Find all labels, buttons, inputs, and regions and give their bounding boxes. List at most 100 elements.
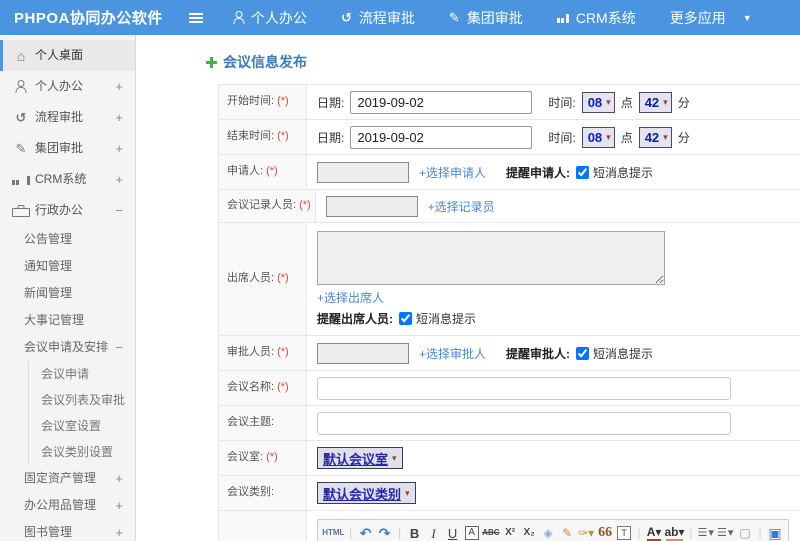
expand-toggle-icon[interactable]: − — [115, 203, 123, 218]
italic-icon[interactable]: I — [427, 524, 441, 541]
fullscreen-icon[interactable]: ▣ — [768, 524, 782, 541]
bold-icon[interactable]: B — [408, 524, 422, 541]
end-minute-select[interactable]: 42 — [638, 126, 672, 148]
sidebar-item-label: 大事记管理 — [24, 313, 85, 328]
sidebar-item-icon — [12, 175, 30, 185]
end-hour-select[interactable]: 08 — [581, 126, 615, 148]
expand-toggle-icon[interactable]: + — [115, 172, 123, 187]
nav-item-icon — [449, 11, 460, 24]
choose-approver-link[interactable]: +选择审批人 — [419, 345, 486, 362]
nav-item-label: 个人办公 — [251, 9, 307, 26]
start-date-input[interactable] — [350, 90, 533, 114]
sidebar-item-personal-office[interactable]: 个人办公 + — [0, 71, 135, 102]
sidebar-item-meeting-room-settings[interactable]: 会议室设置 — [28, 413, 135, 439]
remind-approver-label: 提醒审批人: — [506, 346, 571, 361]
start-hour-select[interactable]: 08 — [581, 91, 615, 113]
sms-notify-label: 短消息提示 — [416, 312, 477, 326]
sidebar-item-meeting-apply-arrange[interactable]: 会议申请及安排 − — [0, 334, 135, 361]
expand-toggle-icon[interactable]: + — [115, 525, 123, 540]
blockquote-icon[interactable]: 66 — [598, 524, 612, 541]
sidebar-item-label: 图书管理 — [24, 525, 73, 540]
start-minute-select[interactable]: 42 — [638, 91, 672, 113]
choose-applicant-link[interactable]: +选择申请人 — [419, 164, 486, 181]
expand-toggle-icon[interactable]: + — [115, 110, 123, 125]
sidebar-item-group-approval[interactable]: 集团审批 + — [0, 133, 135, 164]
remind-applicant-label: 提醒申请人: — [506, 165, 571, 180]
subscript-icon[interactable]: X₂ — [522, 524, 536, 541]
sidebar-item-label: 个人办公 — [35, 79, 84, 94]
sidebar-item-office-supplies-mgmt[interactable]: 办公用品管理 + — [0, 492, 135, 519]
hamburger-icon — [189, 12, 203, 23]
sidebar-menu: 个人桌面 个人办公 + 流程审批 + 集团审批 — [0, 35, 136, 541]
sidebar-item-news-mgmt[interactable]: 新闻管理 — [0, 280, 135, 307]
strikethrough-icon[interactable]: ABC — [482, 524, 499, 541]
nav-more-apps[interactable]: 更多应用 — [653, 0, 769, 35]
meeting-room-select[interactable]: 默认会议室 — [317, 447, 403, 469]
bullet-list-icon[interactable]: ☰▾ — [717, 524, 733, 541]
expand-toggle-icon[interactable]: + — [115, 141, 123, 156]
minute-unit-label: 分 — [677, 95, 690, 110]
clean-format-icon[interactable]: ✎ — [560, 524, 574, 541]
expand-toggle-icon[interactable]: + — [115, 471, 123, 486]
sidebar-item-label: 会议申请 — [41, 366, 90, 381]
sidebar-item-personal-desktop[interactable]: 个人桌面 — [0, 40, 135, 71]
new-page-icon[interactable]: ▢ — [738, 524, 752, 541]
applicant-label: 申请人: — [227, 165, 264, 178]
eraser-icon[interactable]: ◈ — [541, 524, 555, 541]
meeting-category-select[interactable]: 默认会议类别 — [317, 482, 416, 504]
sidebar-item-admin-office[interactable]: 行政办公 − — [0, 195, 135, 226]
sidebar-item-crm-system[interactable]: CRM系统 + — [0, 164, 135, 195]
chevron-down-icon — [743, 13, 752, 23]
applicant-sms-checkbox[interactable] — [576, 165, 590, 179]
font-color-icon[interactable]: A▾ — [647, 524, 661, 541]
approver-input[interactable] — [317, 342, 409, 364]
main-content: 会议信息发布 开始时间: (*) 日期: 时间: 08 — [136, 35, 800, 541]
sidebar-item-announcement-mgmt[interactable]: 公告管理 — [0, 226, 135, 253]
choose-attendees-link[interactable]: +选择出席人 — [317, 289, 384, 306]
form-row-end-time: 结束时间: (*) 日期: 时间: 08 点 42 — [219, 120, 800, 155]
sidebar-item-icon — [12, 110, 30, 126]
select-caret-icon — [405, 488, 410, 499]
approver-sms-checkbox[interactable] — [576, 346, 590, 360]
choose-recorder-link[interactable]: +选择记录员 — [428, 198, 495, 215]
form-row-editor: HTML | ↶ ↷ | B I U A ABC X² X₂ ◈ ✎ ✑▾ 66… — [219, 511, 800, 541]
sidebar-item-meeting-category-settings[interactable]: 会议类别设置 — [28, 439, 135, 465]
meeting-subject-input[interactable] — [317, 411, 731, 435]
sidebar-item-memorabilia-mgmt[interactable]: 大事记管理 — [0, 307, 135, 334]
undo-icon[interactable]: ↶ — [359, 524, 373, 541]
recorder-input[interactable] — [325, 195, 418, 217]
nav-process-approval[interactable]: 流程审批 — [324, 0, 432, 35]
meeting-name-input[interactable] — [317, 376, 731, 400]
format-painter-icon[interactable]: ✑▾ — [578, 524, 594, 541]
hamburger-menu-button[interactable] — [176, 12, 216, 23]
font-style-box-icon[interactable]: A — [464, 526, 479, 540]
html-source-icon[interactable]: HTML — [322, 524, 344, 541]
sidebar-item-meeting-apply[interactable]: 会议申请 — [28, 361, 135, 387]
required-marker: (*) — [266, 451, 278, 464]
attendees-textarea[interactable] — [317, 231, 665, 285]
nav-group-approval[interactable]: 集团审批 — [432, 0, 540, 35]
attendees-sms-checkbox[interactable] — [399, 312, 412, 325]
expand-toggle-icon[interactable]: + — [115, 498, 123, 513]
underline-icon[interactable]: U — [446, 524, 460, 541]
sidebar-item-process-approval[interactable]: 流程审批 + — [0, 102, 135, 133]
nav-crm-system[interactable]: CRM系统 — [540, 0, 653, 35]
paste-text-icon[interactable]: T — [617, 526, 632, 540]
sidebar-item-fixed-assets-mgmt[interactable]: 固定资产管理 + — [0, 465, 135, 492]
end-date-input[interactable] — [350, 125, 533, 149]
sidebar-item-meeting-list-approval[interactable]: 会议列表及审批 — [28, 387, 135, 413]
redo-icon[interactable]: ↷ — [378, 524, 392, 541]
hour-unit-label: 点 — [620, 95, 633, 110]
ordered-list-icon[interactable]: ☰▾ — [697, 524, 713, 541]
expand-toggle-icon[interactable]: + — [115, 79, 123, 94]
sidebar-item-library-mgmt[interactable]: 图书管理 + — [0, 519, 135, 541]
superscript-icon[interactable]: X² — [503, 524, 517, 541]
approver-label: 审批人员: — [227, 346, 275, 359]
expand-toggle-icon[interactable]: − — [115, 340, 123, 355]
highlight-color-icon[interactable]: ab▾ — [664, 524, 685, 541]
applicant-input[interactable] — [317, 161, 409, 183]
nav-personal-office[interactable]: 个人办公 — [216, 0, 324, 35]
date-label: 日期: — [317, 130, 345, 145]
meeting-room-label: 会议室: — [227, 451, 264, 464]
sidebar-item-notice-mgmt[interactable]: 通知管理 — [0, 253, 135, 280]
